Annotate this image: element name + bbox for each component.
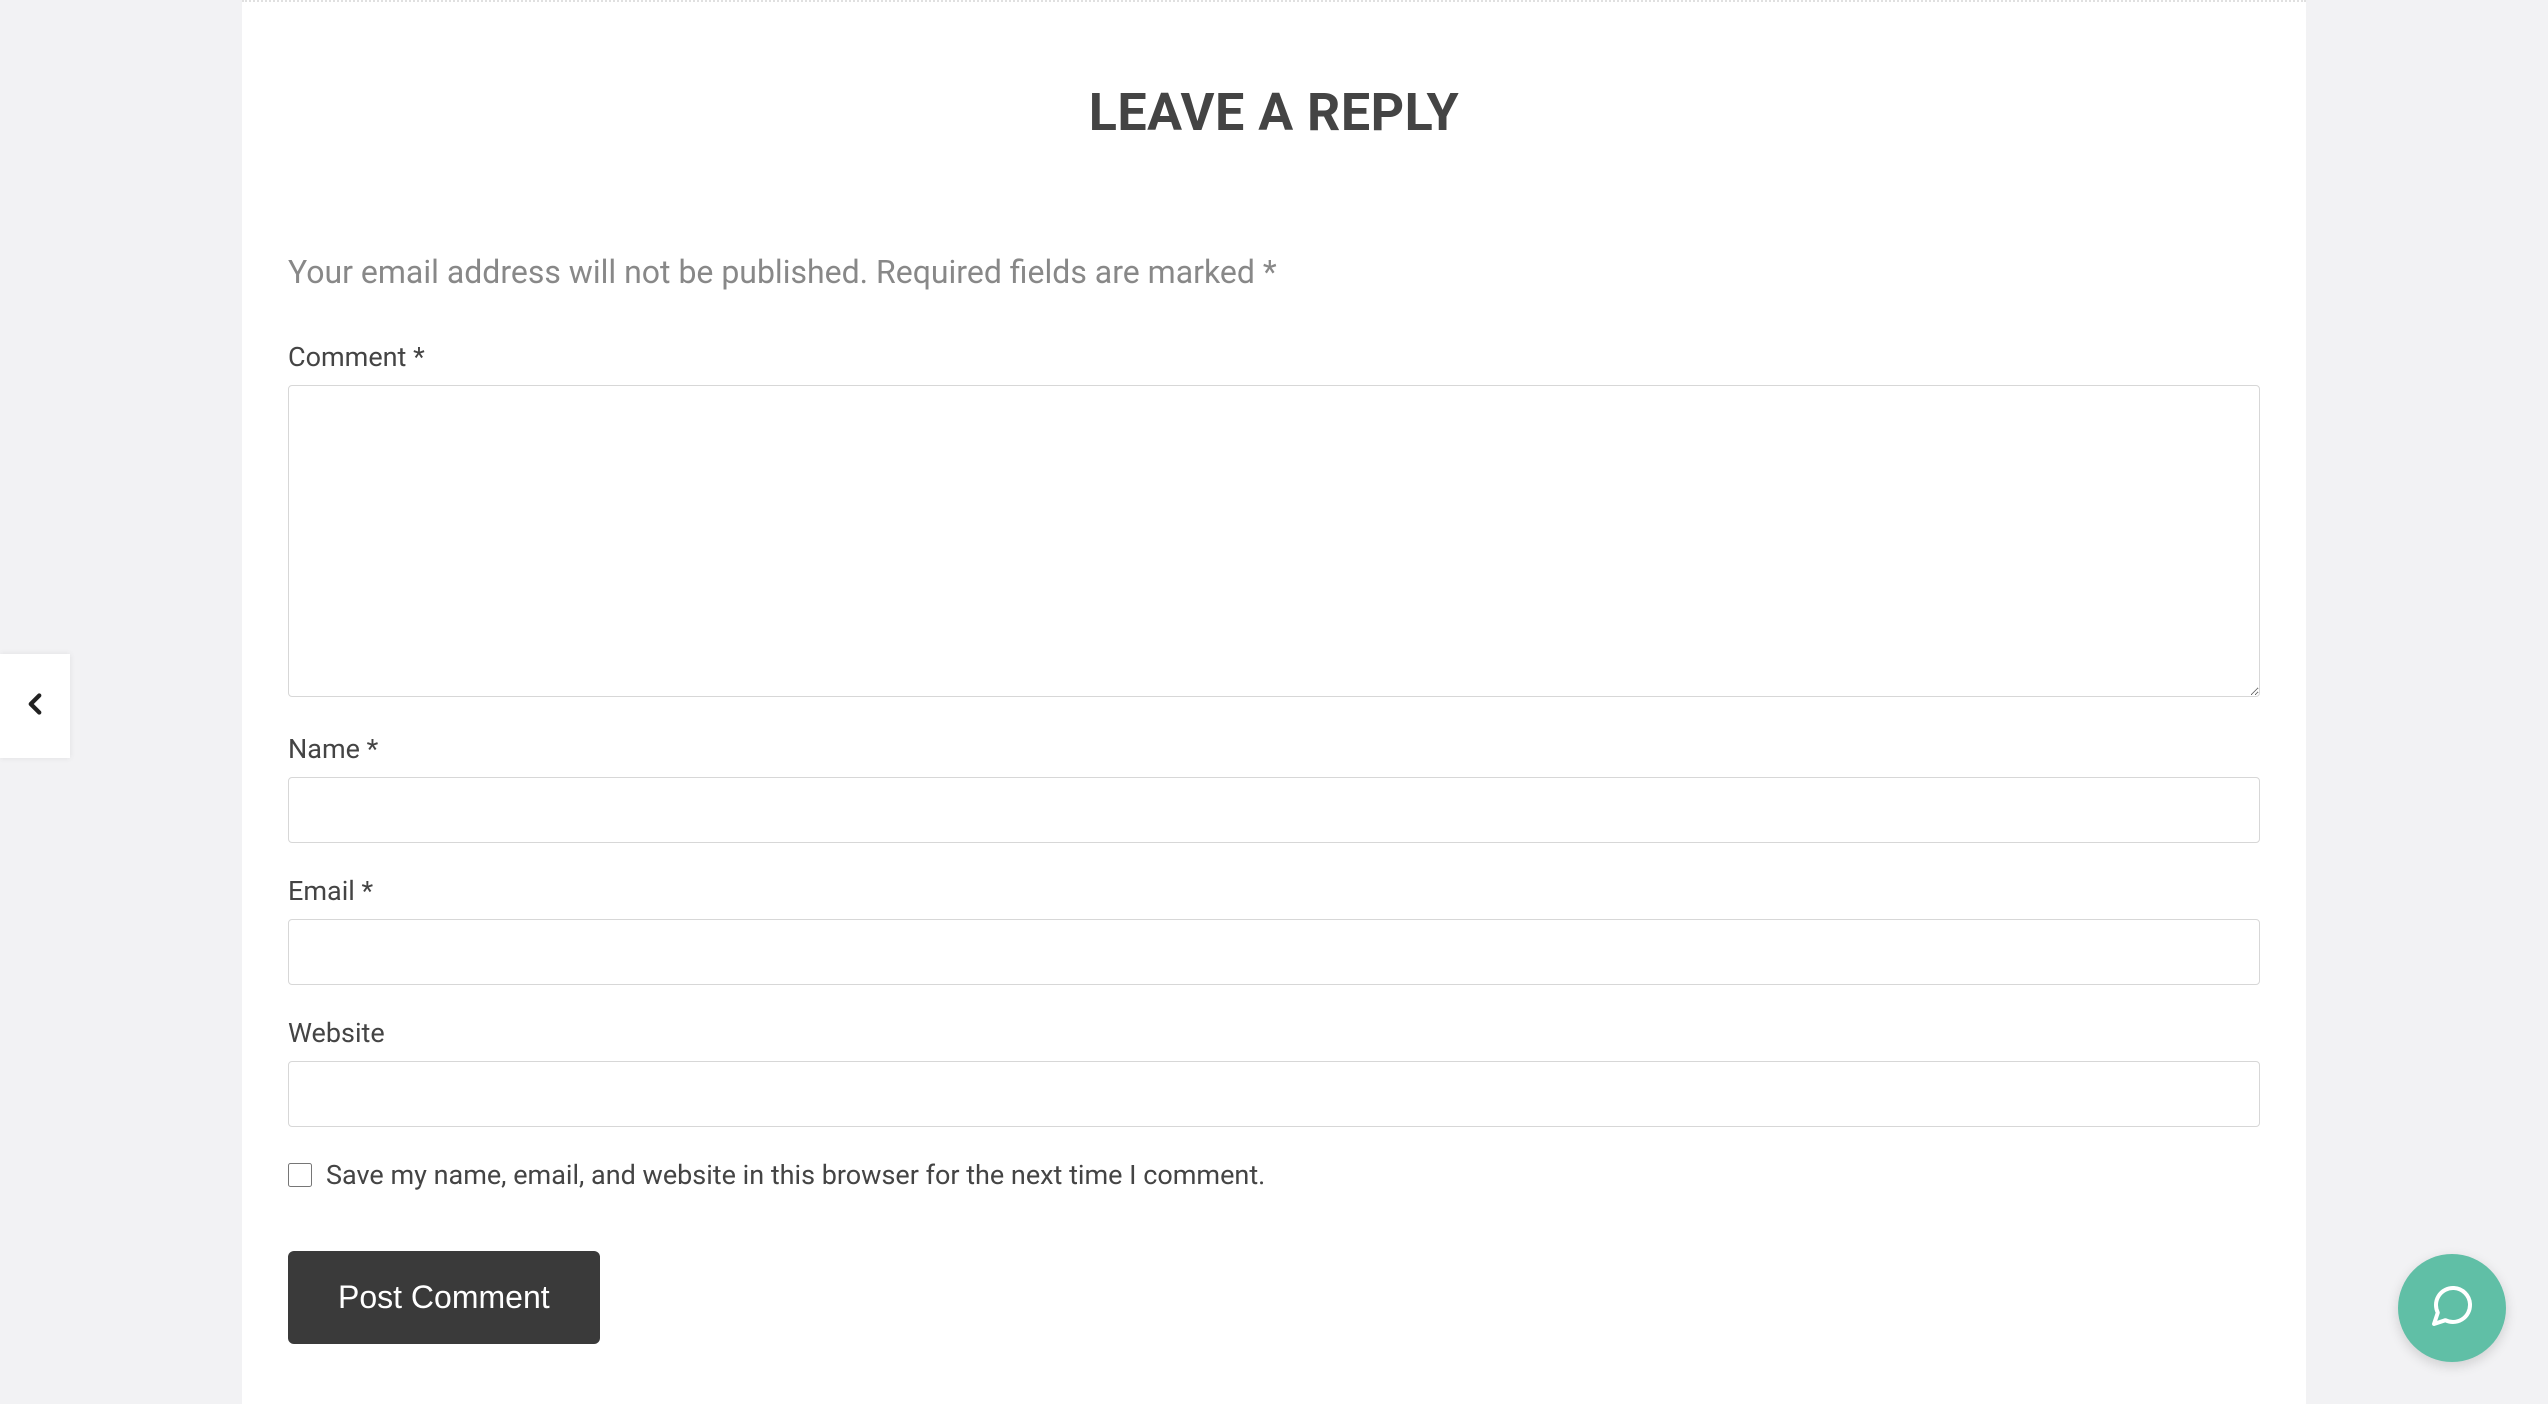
comment-label: Comment * — [288, 341, 2260, 373]
save-info-row: Save my name, email, and website in this… — [288, 1159, 2260, 1191]
email-input[interactable] — [288, 919, 2260, 985]
comment-form-card: LEAVE A REPLY Your email address will no… — [242, 0, 2306, 1404]
name-field-group: Name * — [288, 733, 2260, 843]
comment-textarea[interactable] — [288, 385, 2260, 697]
website-label: Website — [288, 1017, 2260, 1049]
name-label: Name * — [288, 733, 2260, 765]
email-label: Email * — [288, 875, 2260, 907]
save-info-label: Save my name, email, and website in this… — [326, 1159, 1265, 1191]
form-intro: Your email address will not be published… — [288, 253, 2260, 291]
save-info-checkbox[interactable] — [288, 1163, 312, 1187]
chat-icon — [2428, 1282, 2476, 1334]
email-field-group: Email * — [288, 875, 2260, 985]
post-comment-button[interactable]: Post Comment — [288, 1251, 600, 1344]
chat-fab-button[interactable] — [2398, 1254, 2506, 1362]
prev-nav-button[interactable] — [0, 654, 70, 758]
website-field-group: Website — [288, 1017, 2260, 1127]
form-title: LEAVE A REPLY — [288, 2, 2260, 183]
comment-field-group: Comment * — [288, 341, 2260, 701]
name-input[interactable] — [288, 777, 2260, 843]
chevron-left-icon — [18, 687, 52, 725]
website-input[interactable] — [288, 1061, 2260, 1127]
